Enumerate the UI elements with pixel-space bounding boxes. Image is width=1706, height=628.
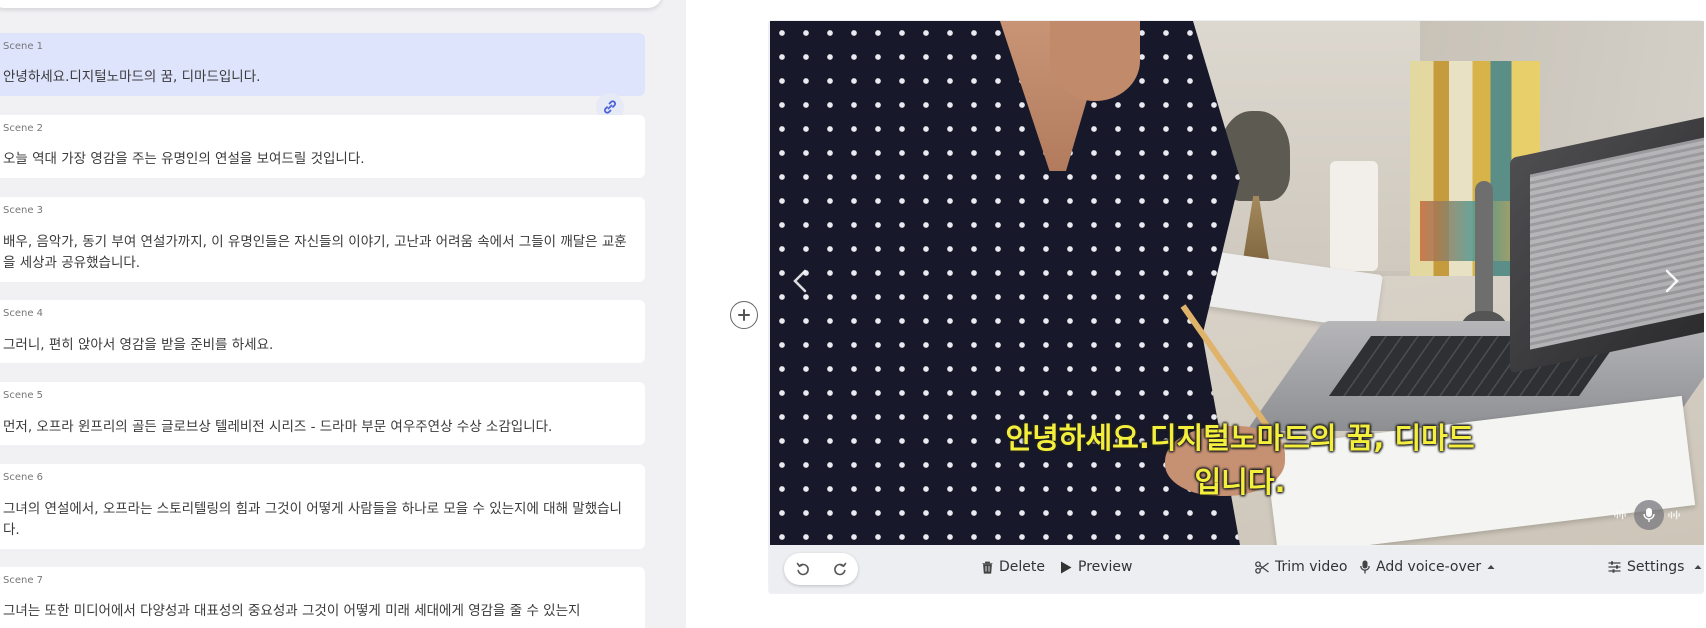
waveform-left-icon [1614,510,1626,520]
preview-toolbar: Delete Preview Trim video Add voice-over [770,546,1704,592]
undo-redo-group [784,553,858,585]
chevron-left-icon [793,269,807,293]
delete-label: Delete [999,559,1045,575]
plus-icon [738,309,750,321]
add-voice-over-label: Add voice-over [1376,559,1482,575]
scene-text[interactable]: 배우, 음악가, 동기 부여 연설가까지, 이 유명인들은 자신들의 이야기, … [3,232,633,274]
redo-button[interactable] [821,553,858,585]
next-scene-button[interactable] [1660,268,1684,296]
redo-icon [833,562,846,576]
scene-card-6[interactable]: Scene 6 그녀의 연설에서, 오프라는 스토리텔링의 힘과 그것이 어떻게… [0,464,645,549]
scene-text[interactable]: 그녀는 또한 미디어에서 다양성과 대표성의 중요성과 그것이 어떻게 미래 세… [3,601,633,622]
scene-card-7[interactable]: Scene 7 그녀는 또한 미디어에서 다양성과 대표성의 중요성과 그것이 … [0,567,645,628]
scene-text[interactable]: 오늘 역대 가장 영감을 주는 유명인의 연설을 보여드릴 것입니다. [3,149,633,170]
scene-card-4[interactable]: Scene 4 그러니, 편히 앉아서 영감을 받을 준비를 하세요. [0,300,645,363]
caret-up-icon [1694,565,1702,569]
scene-card-3[interactable]: Scene 3 배우, 음악가, 동기 부여 연설가까지, 이 유명인들은 자신… [0,197,645,282]
settings-button[interactable]: Settings [1608,559,1702,575]
scene-label: Scene 6 [3,472,44,483]
scene-card-1[interactable]: Scene 1 안녕하세요.디지털노마드의 꿈, 디마드입니다. [0,33,645,96]
subtitle-line-2: 입니다. [1194,465,1286,499]
play-icon [1061,561,1072,573]
subtitle-overlay: 안녕하세요.디지털노마드의 꿈, 디마드 입니다. [790,416,1690,504]
delete-button[interactable]: Delete [982,559,1045,575]
scene-label: Scene 5 [3,390,44,401]
panel-header-edge [0,0,662,8]
trim-video-button[interactable]: Trim video [1255,559,1347,575]
scene-label: Scene 7 [3,575,44,586]
scene-label: Scene 3 [3,205,44,216]
waveform-right-icon [1668,510,1680,520]
scene-label: Scene 2 [3,123,44,134]
scene-card-5[interactable]: Scene 5 먼저, 오프라 윈프리의 골든 글로브상 텔레비전 시리즈 - … [0,382,645,445]
microphone-icon [1643,508,1655,522]
trash-icon [982,561,993,574]
link-icon [604,100,616,114]
scene-card-2[interactable]: Scene 2 오늘 역대 가장 영감을 주는 유명인의 연설을 보여드릴 것입… [0,115,645,178]
scene-list-scrollbar[interactable] [668,0,686,628]
preview-button[interactable]: Preview [1060,559,1133,575]
scene-text[interactable]: 안녕하세요.디지털노마드의 꿈, 디마드입니다. [3,67,633,88]
caret-up-icon [1487,565,1495,569]
scene-label: Scene 1 [3,41,44,52]
scissors-icon [1255,560,1269,574]
scene-label: Scene 4 [3,308,44,319]
trim-video-label: Trim video [1275,559,1348,575]
preview-label: Preview [1078,559,1133,575]
sliders-icon [1608,561,1621,573]
scene-text[interactable]: 그러니, 편히 앉아서 영감을 받을 준비를 하세요. [3,335,633,356]
settings-label: Settings [1627,559,1685,575]
subtitle-line-1: 안녕하세요.디지털노마드의 꿈, 디마드 [1005,421,1475,455]
scene-text[interactable]: 먼저, 오프라 윈프리의 골든 글로브상 텔레비전 시리즈 - 드라마 부문 여… [3,417,633,438]
previous-scene-button[interactable] [788,268,812,296]
microphone-button[interactable] [1634,500,1664,530]
voice-record-control[interactable] [1610,500,1680,530]
add-voice-over-button[interactable]: Add voice-over [1360,559,1495,575]
microphone-icon [1360,560,1370,574]
chevron-right-icon [1665,269,1679,293]
add-scene-button[interactable] [730,301,758,329]
undo-icon [796,562,809,576]
scene-list-panel: Scene 1 안녕하세요.디지털노마드의 꿈, 디마드입니다. Scene 2… [0,0,686,628]
scene-text[interactable]: 그녀의 연설에서, 오프라는 스토리텔링의 힘과 그것이 어떻게 사람들을 하나… [3,499,633,541]
undo-button[interactable] [784,553,821,585]
